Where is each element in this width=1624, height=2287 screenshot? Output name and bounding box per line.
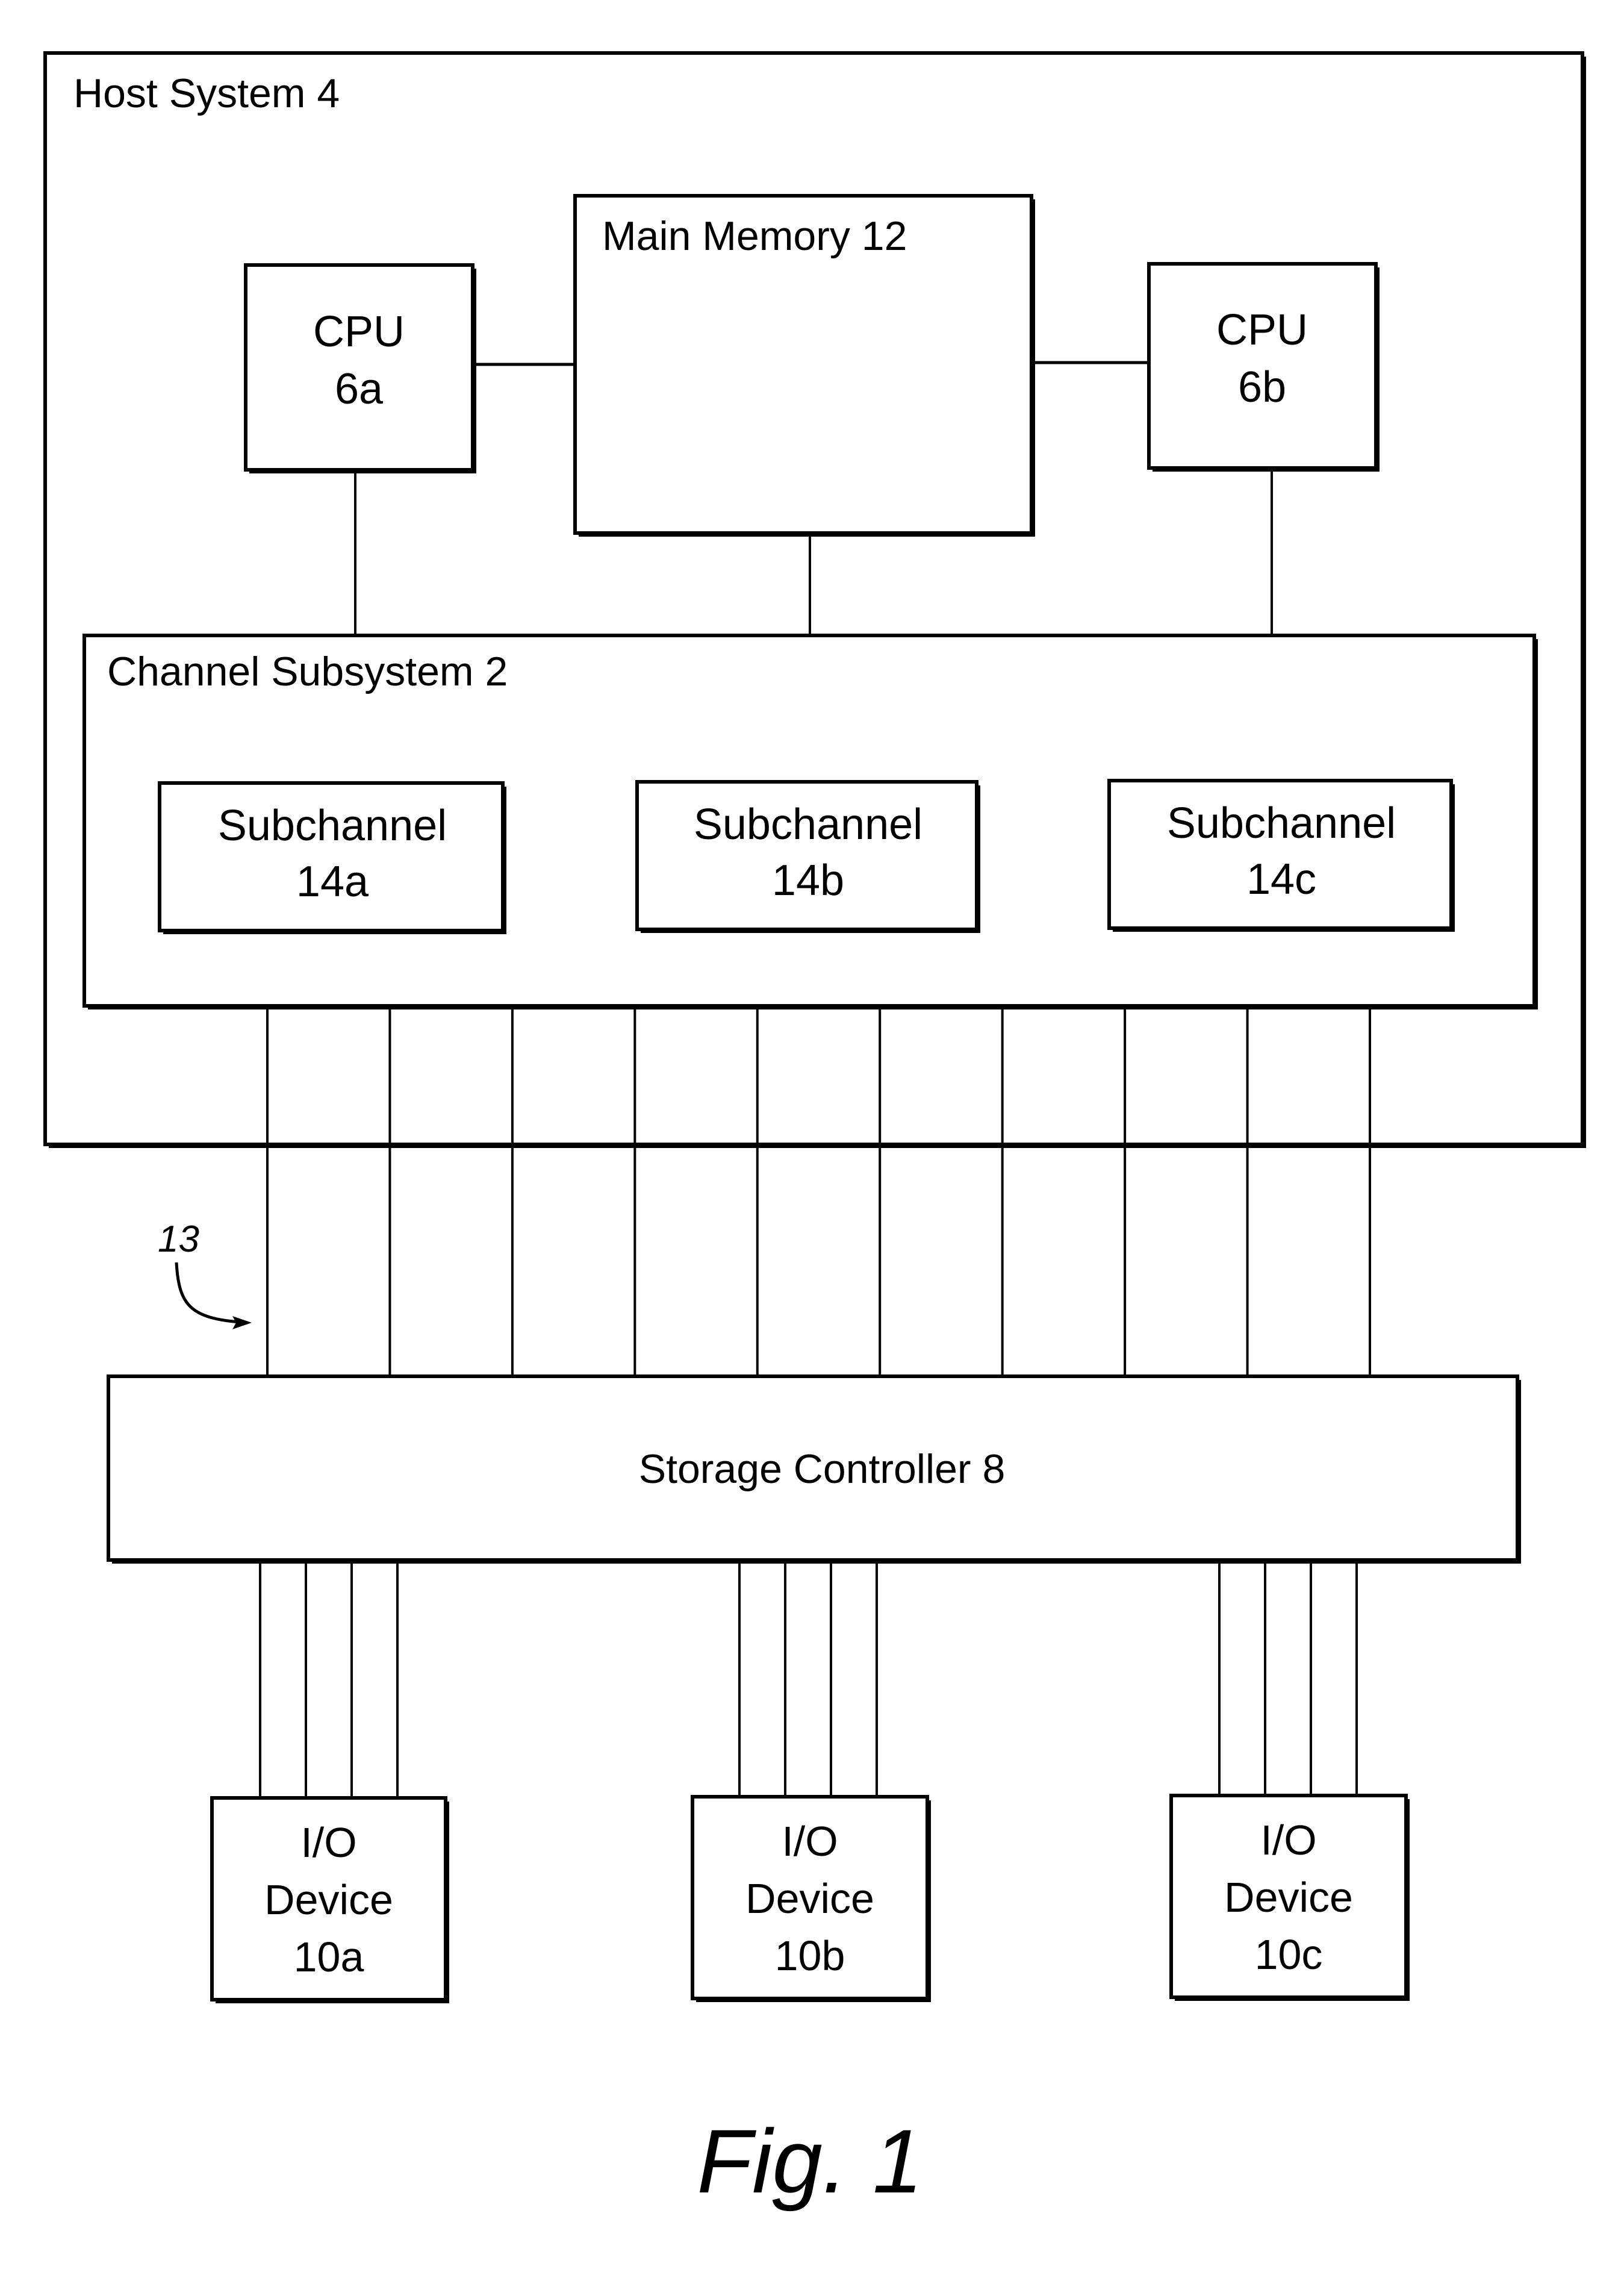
channel-subsystem-label: Channel Subsystem 2 (107, 649, 508, 694)
io-device-10c-label-line2: Device (1224, 1874, 1353, 1921)
subchannel-14c-box: Subchannel 14c (1107, 779, 1455, 932)
host-system-label: Host System 4 (73, 70, 340, 116)
io-device-10b-box: I/O Device 10b (691, 1795, 931, 2002)
subchannel-14a-box: Subchannel 14a (158, 781, 506, 934)
main-memory-box: Main Memory 12 (573, 194, 1035, 537)
main-memory-label: Main Memory 12 (602, 213, 907, 259)
io-device-10c-label-line3: 10c (1255, 1931, 1323, 1978)
subchannel-14b-label-line2: 14b (772, 856, 844, 905)
subchannel-14c-label-line1: Subchannel (1167, 799, 1396, 847)
io-device-10a-label-line2: Device (264, 1876, 393, 1923)
io-device-10a-label-line1: I/O (300, 1819, 356, 1866)
io-device-10a-box: I/O Device 10a (210, 1796, 449, 2003)
cpu-6a-box: CPU 6a (244, 263, 476, 473)
system-block-diagram: Host System 4 Main Memory 12 CPU 6a CPU … (43, 51, 1586, 2212)
io-links (259, 1560, 1358, 1797)
io-device-10c-box: I/O Device 10c (1169, 1794, 1410, 2001)
callout-13-label: 13 (158, 1218, 199, 1260)
io-device-10b-label-line3: 10b (775, 1932, 845, 1979)
storage-controller-label: Storage Controller 8 (639, 1446, 1006, 1492)
io-device-10b-label-line1: I/O (782, 1818, 838, 1865)
subchannel-14c-label-line2: 14c (1246, 855, 1316, 903)
subchannel-14b-label-line1: Subchannel (694, 800, 922, 849)
subchannel-14a-label-line2: 14a (296, 858, 369, 906)
cpu-6b-box: CPU 6b (1147, 262, 1380, 472)
storage-controller-box: Storage Controller 8 (107, 1374, 1521, 1564)
figure-caption: Fig. 1 (697, 2111, 922, 2212)
cpu-6b-label-line1: CPU (1216, 306, 1308, 354)
callout-arrow-curve (175, 1262, 247, 1324)
io-device-10b-label-line2: Device (745, 1875, 874, 1922)
io-device-10a-label-line3: 10a (294, 1933, 364, 1980)
io-device-10c-label-line1: I/O (1260, 1817, 1316, 1864)
subchannel-14a-label-line1: Subchannel (218, 802, 447, 850)
cpu-6a-label-line2: 6a (335, 365, 384, 413)
subchannel-14b-box: Subchannel 14b (635, 780, 980, 933)
cpu-6b-label-line2: 6b (1238, 363, 1286, 411)
cpu-6a-label-line1: CPU (313, 308, 405, 356)
callout-13: 13 (158, 1218, 252, 1329)
